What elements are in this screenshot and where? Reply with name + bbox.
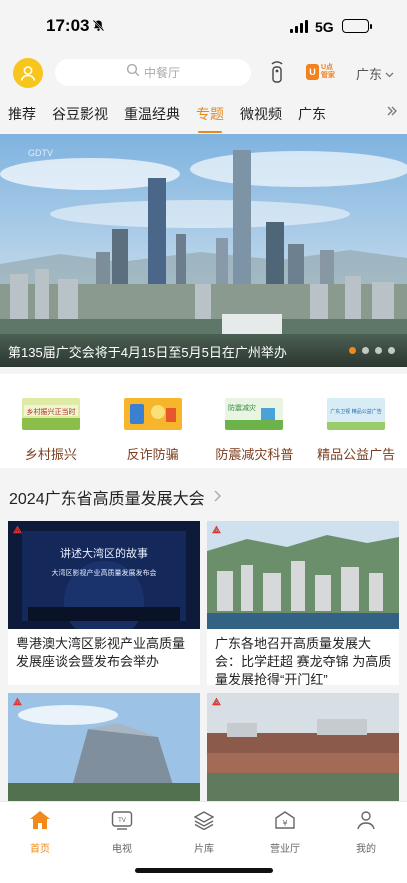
entry-rural[interactable]: 乡村振兴正当时 乡村振兴 <box>3 374 99 468</box>
person-icon <box>355 810 377 835</box>
video-card-2-thumb <box>207 521 399 629</box>
banner-pager <box>349 347 395 354</box>
udian-logo-icon: U <box>306 64 319 80</box>
card-1-thumb-text-2: 大湾区影视产业高质量发展发布会 <box>52 568 157 577</box>
tab-guangdong[interactable]: 广东 <box>298 98 326 134</box>
nav-home-label: 首页 <box>30 844 50 855</box>
entry-public-ads-label: 精品公益广告 <box>317 447 396 462</box>
entry-anti-fraud-label: 反诈防骗 <box>126 447 179 462</box>
udian-label-2: 管家 <box>321 72 335 79</box>
rural-thumb-text: 乡村振兴正当时 <box>26 407 75 416</box>
anti-fraud-thumb-icon <box>123 398 182 430</box>
gdtv-logo-icon: ⟁ <box>212 525 221 536</box>
udian-manager-button[interactable]: U U点 管家 <box>306 61 344 83</box>
search-input[interactable]: 中餐厅 <box>55 59 251 86</box>
battery-icon <box>342 19 372 33</box>
earthquake-thumb-text: 防震减灾 <box>228 403 256 412</box>
entry-earthquake-label: 防震减灾科普 <box>215 447 294 462</box>
quick-entry-row: 乡村振兴正当时 乡村振兴 反诈防骗 防震减灾 防震减灾科普 广东卫视 精品公益广… <box>0 374 407 468</box>
entry-rural-label: 乡村振兴 <box>24 447 77 462</box>
video-card-3[interactable]: ⟁ <box>8 693 200 801</box>
nav-tv-label: 电视 <box>112 844 132 855</box>
hero-banner[interactable]: GDTV 第135届广交会将于4月15日至5月5日在广州举办 <box>0 134 407 367</box>
tab-micro-video[interactable]: 微视频 <box>240 98 282 134</box>
rural-thumb-icon: 乡村振兴正当时 <box>21 398 80 430</box>
home-icon <box>29 810 51 835</box>
video-card-3-thumb <box>8 693 200 801</box>
earthquake-thumb-icon: 防震减灾 <box>225 398 284 430</box>
entry-public-ads[interactable]: 广东卫视 精品公益广告 精品公益广告 <box>308 374 404 468</box>
tab-classic[interactable]: 重温经典 <box>124 98 180 134</box>
bell-slash-icon <box>92 19 105 35</box>
search-placeholder: 中餐厅 <box>143 66 180 80</box>
tabs-more-icon[interactable] <box>386 104 398 121</box>
entry-anti-fraud[interactable]: 反诈防骗 <box>105 374 201 468</box>
home-indicator[interactable] <box>135 868 273 873</box>
banner-image <box>0 134 407 367</box>
video-card-4-thumb <box>207 693 399 801</box>
remote-control-icon[interactable] <box>268 60 286 89</box>
gdtv-logo-icon: ⟁ <box>212 697 221 708</box>
nav-mine[interactable]: 我的 <box>336 810 396 855</box>
layers-icon <box>193 810 215 835</box>
user-icon[interactable] <box>13 58 43 88</box>
banner-caption: 第135届广交会将于4月15日至5月5日在广州举办 <box>0 334 407 367</box>
banner-title: 第135届广交会将于4月15日至5月5日在广州举办 <box>8 345 287 360</box>
nav-tv[interactable]: TV 电视 <box>92 810 152 855</box>
video-card-1[interactable]: 讲述大湾区的故事 大湾区影视产业高质量发展发布会 ⟁ 粤港澳大湾区影视产业高质量… <box>8 521 200 685</box>
entry-earthquake[interactable]: 防震减灾 防震减灾科普 <box>206 374 302 468</box>
section-header[interactable]: 2024广东省高质量发展大会 <box>9 485 221 509</box>
signal-icon <box>290 20 308 33</box>
region-selector[interactable]: 广东 <box>356 64 394 83</box>
nav-mine-label: 我的 <box>356 844 376 855</box>
section-title: 2024广东省高质量发展大会 <box>9 491 205 508</box>
gdtv-logo-icon: ⟁ <box>13 525 22 536</box>
region-label: 广东 <box>356 67 383 82</box>
video-card-2-caption: 广东各地召开高质量发展大会：比学赶超 赛龙夺锦 为高质量发展抢得“开门红” <box>215 636 392 685</box>
store-icon: ¥ <box>274 810 296 835</box>
status-time: 17:03 <box>46 16 90 35</box>
video-card-1-thumb: 讲述大湾区的故事 大湾区影视产业高质量发展发布会 <box>8 521 200 641</box>
chevron-down-icon <box>385 66 394 81</box>
chevron-right-icon <box>213 489 221 506</box>
svg-text:TV: TV <box>117 817 127 824</box>
status-bar: 17:03 5G <box>0 0 407 52</box>
tab-gudou[interactable]: 谷豆影视 <box>52 98 108 134</box>
top-header: 中餐厅 U U点 管家 广东 <box>0 52 407 98</box>
nav-library[interactable]: 片库 <box>174 810 234 855</box>
public-ads-thumb-text: 广东卫视 精品公益广告 <box>330 408 382 415</box>
tab-recommend[interactable]: 推荐 <box>8 98 36 134</box>
category-tabs: 推荐 谷豆影视 重温经典 专题 微视频 广东 <box>0 98 407 134</box>
nav-home[interactable]: 首页 <box>10 810 70 855</box>
network-type: 5G <box>315 19 334 35</box>
svg-text:¥: ¥ <box>282 819 287 828</box>
video-card-4[interactable]: ⟁ <box>207 693 399 801</box>
tab-special[interactable]: 专题 <box>196 98 224 134</box>
nav-library-label: 片库 <box>194 844 214 855</box>
udian-label-1: U点 <box>321 64 334 71</box>
gdtv-logo-icon: ⟁ <box>13 697 22 708</box>
watermark: GDTV <box>28 148 54 158</box>
nav-store-label: 营业厅 <box>270 844 300 855</box>
public-ads-thumb-icon: 广东卫视 精品公益广告 <box>327 398 386 430</box>
video-card-2[interactable]: ⟁ 广东各地召开高质量发展大会：比学赶超 赛龙夺锦 为高质量发展抢得“开门红” <box>207 521 399 685</box>
nav-store[interactable]: ¥ 营业厅 <box>255 810 315 855</box>
search-icon <box>126 63 140 82</box>
video-card-1-caption: 粤港澳大湾区影视产业高质量发展座谈会暨发布会举办 <box>16 636 186 669</box>
card-1-thumb-text-1: 讲述大湾区的故事 <box>60 546 148 560</box>
tv-icon: TV <box>111 810 133 835</box>
